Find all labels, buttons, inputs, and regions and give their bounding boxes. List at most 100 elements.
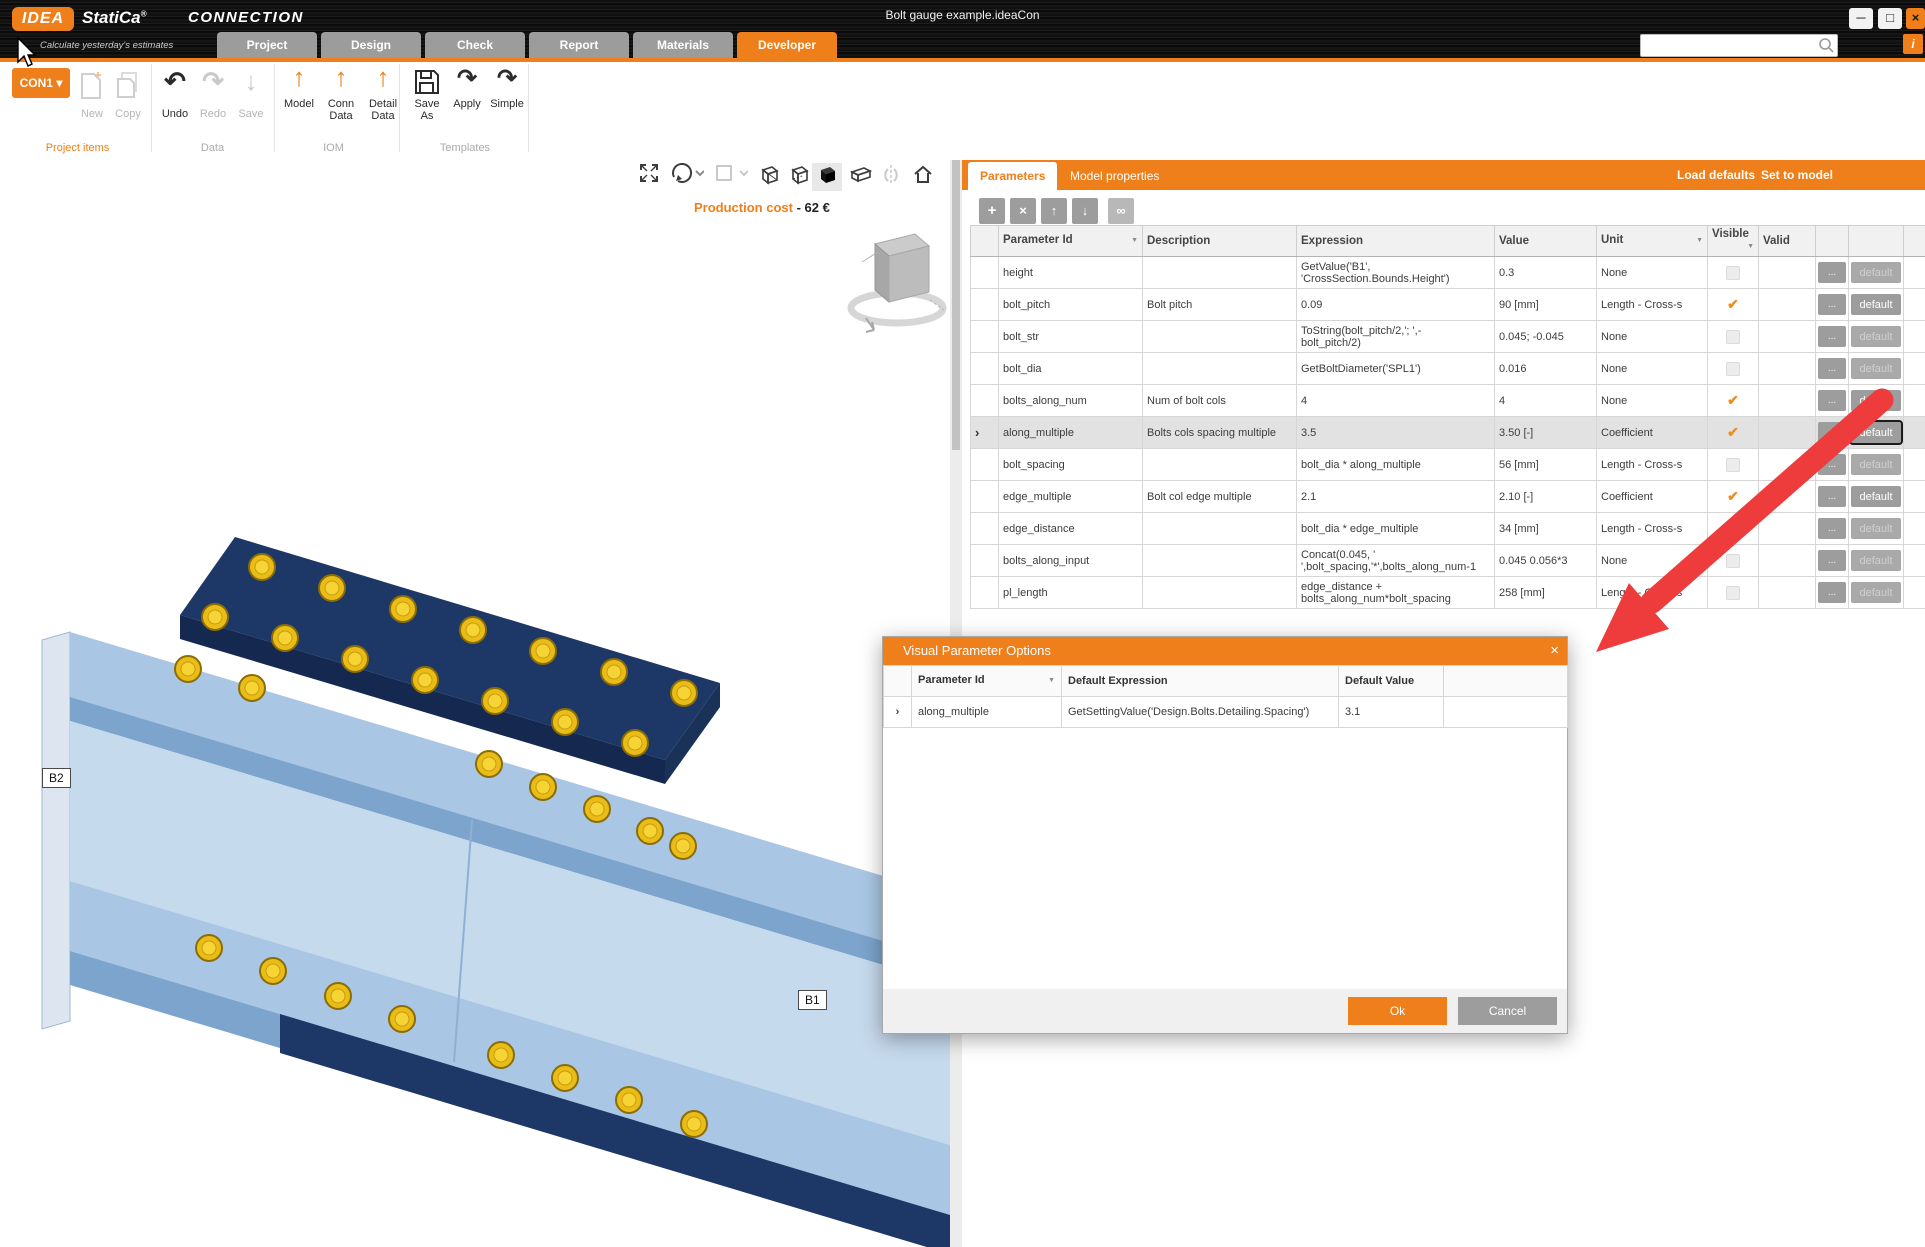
copy-icon[interactable] — [112, 70, 144, 105]
splitter-thumb[interactable] — [952, 160, 960, 450]
default-button[interactable]: default — [1851, 582, 1901, 603]
more-button[interactable]: ... — [1818, 582, 1846, 603]
ok-button[interactable]: Ok — [1348, 997, 1447, 1025]
default-button-along-multiple[interactable]: default — [1851, 422, 1901, 443]
more-button[interactable]: ... — [1818, 486, 1846, 507]
redo-icon[interactable]: ↷ — [196, 66, 230, 97]
default-button[interactable]: default — [1851, 358, 1901, 379]
move-down-button[interactable]: ↓ — [1072, 198, 1098, 224]
param-row-bolt-str[interactable]: ›bolt_strToString(bolt_pitch/2,'; ',- bo… — [971, 321, 1925, 353]
param-row-height[interactable]: ›heightGetValue('B1', 'CrossSection.Boun… — [971, 257, 1925, 289]
tab-report[interactable]: Report — [529, 32, 629, 58]
col-unit[interactable]: Unit▼ — [1597, 226, 1708, 257]
load-defaults-button[interactable]: Load defaults — [1677, 160, 1755, 190]
zoom-extents-icon[interactable] — [634, 163, 664, 191]
set-to-model-button[interactable]: Set to model — [1761, 160, 1921, 190]
dialog-title-bar[interactable]: Visual Parameter Options × — [883, 637, 1567, 665]
more-button[interactable]: ... — [1818, 326, 1846, 347]
tab-check[interactable]: Check — [425, 32, 525, 58]
viewport-3d[interactable]: Production cost - 62 € B2 B1 — [0, 160, 950, 1247]
tab-model-properties[interactable]: Model properties — [1058, 162, 1171, 190]
info-button[interactable]: i — [1903, 34, 1923, 54]
tab-developer[interactable]: Developer — [737, 32, 837, 58]
save-icon[interactable]: ↓ — [234, 66, 268, 97]
section-select-icon[interactable] — [710, 163, 752, 191]
move-up-button[interactable]: ↑ — [1041, 198, 1067, 224]
tab-materials[interactable]: Materials — [633, 32, 733, 58]
tab-parameters[interactable]: Parameters — [968, 162, 1057, 190]
col-value[interactable]: Value — [1495, 226, 1597, 257]
col-default-value[interactable]: Default Value — [1339, 666, 1444, 697]
visible-checkbox[interactable]: ✔ — [1708, 577, 1759, 609]
filter-icon[interactable]: ▼ — [1131, 234, 1138, 248]
search-input[interactable] — [1645, 36, 1817, 55]
param-row-edge-distance[interactable]: ›edge_distancebolt_dia * edge_multiple34… — [971, 513, 1925, 545]
model-icon[interactable]: ↑ — [282, 64, 316, 90]
more-button[interactable]: ... — [1818, 518, 1846, 539]
apply-icon[interactable]: ↷ — [450, 64, 484, 93]
param-row-along-multiple[interactable]: ›along_multipleBolts cols spacing multip… — [971, 417, 1925, 449]
delete-parameter-button[interactable]: × — [1010, 198, 1036, 224]
filter-icon[interactable]: ▼ — [1747, 240, 1754, 254]
default-button[interactable]: default — [1851, 326, 1901, 347]
cancel-button[interactable]: Cancel — [1458, 997, 1557, 1025]
param-row-bolts-along-num[interactable]: ›bolts_along_numNum of bolt cols44None✔.… — [971, 385, 1925, 417]
visible-checkbox[interactable]: ✔ — [1708, 417, 1759, 449]
tab-design[interactable]: Design — [321, 32, 421, 58]
more-button[interactable]: ... — [1818, 454, 1846, 475]
visible-checkbox[interactable]: ✔ — [1708, 385, 1759, 417]
detail-data-icon[interactable]: ↑ — [366, 64, 400, 90]
default-button[interactable]: default — [1851, 486, 1901, 507]
conn-data-icon[interactable]: ↑ — [324, 64, 358, 90]
col-parameter-id[interactable]: Parameter Id▼ — [912, 666, 1062, 697]
mirror-view-icon[interactable] — [876, 163, 906, 191]
solid-view-icon[interactable] — [812, 163, 842, 191]
param-row-bolt-spacing[interactable]: ›bolt_spacingbolt_dia * along_multiple56… — [971, 449, 1925, 481]
more-button[interactable]: ... — [1818, 550, 1846, 571]
param-row-bolts-along-input[interactable]: ›bolts_along_inputConcat(0.045, ' ',bolt… — [971, 545, 1925, 577]
param-row-pl-length[interactable]: ›pl_lengthedge_distance + bolts_along_nu… — [971, 577, 1925, 609]
add-parameter-button[interactable]: + — [979, 198, 1005, 224]
tab-project[interactable]: Project — [217, 32, 317, 58]
more-button[interactable]: ... — [1818, 294, 1846, 315]
default-button[interactable]: default — [1851, 454, 1901, 475]
home-view-icon[interactable] — [908, 163, 938, 191]
default-button[interactable]: default — [1851, 390, 1901, 411]
new-icon[interactable] — [76, 70, 108, 105]
filter-icon[interactable]: ▼ — [1696, 234, 1703, 248]
default-button[interactable]: default — [1851, 262, 1901, 283]
col-expression[interactable]: Expression — [1297, 226, 1495, 257]
simple-icon[interactable]: ↷ — [490, 64, 524, 93]
dialog-row-along-multiple[interactable]: › along_multiple GetSettingValue('Design… — [884, 697, 1568, 728]
minimize-button[interactable]: ─ — [1849, 8, 1873, 29]
orbit-icon[interactable] — [666, 163, 708, 191]
col-description[interactable]: Description — [1143, 226, 1297, 257]
default-button[interactable]: default — [1851, 518, 1901, 539]
visible-checkbox[interactable]: ✔ — [1708, 257, 1759, 289]
section-view-icon[interactable] — [846, 163, 876, 191]
default-button[interactable]: default — [1851, 294, 1901, 315]
maximize-button[interactable]: □ — [1878, 8, 1902, 29]
visible-checkbox[interactable]: ✔ — [1708, 289, 1759, 321]
more-button[interactable]: ... — [1818, 390, 1846, 411]
param-row-edge-multiple[interactable]: ›edge_multipleBolt col edge multiple2.12… — [971, 481, 1925, 513]
visible-checkbox[interactable]: ✔ — [1708, 545, 1759, 577]
col-parameter-id[interactable]: Parameter Id▼ — [999, 226, 1143, 257]
link-parameter-button[interactable]: ∞ — [1108, 198, 1134, 224]
visible-checkbox[interactable]: ✔ — [1708, 513, 1759, 545]
wireframe-view-icon[interactable] — [754, 163, 784, 191]
param-row-bolt-pitch[interactable]: ›bolt_pitchBolt pitch0.0990 [mm]Length -… — [971, 289, 1925, 321]
default-button[interactable]: default — [1851, 550, 1901, 571]
visible-checkbox[interactable]: ✔ — [1708, 321, 1759, 353]
more-button[interactable]: ... — [1818, 358, 1846, 379]
dialog-close-icon[interactable]: × — [1550, 637, 1559, 665]
col-visible[interactable]: Visible▼ — [1708, 226, 1759, 257]
more-button[interactable]: ... — [1818, 422, 1846, 443]
col-default-expression[interactable]: Default Expression — [1062, 666, 1339, 697]
save-as-icon[interactable] — [410, 68, 444, 101]
hidden-edges-view-icon[interactable] — [784, 163, 814, 191]
visible-checkbox[interactable]: ✔ — [1708, 481, 1759, 513]
filter-icon[interactable]: ▼ — [1048, 674, 1055, 688]
undo-icon[interactable]: ↶ — [158, 66, 192, 97]
visible-checkbox[interactable]: ✔ — [1708, 449, 1759, 481]
